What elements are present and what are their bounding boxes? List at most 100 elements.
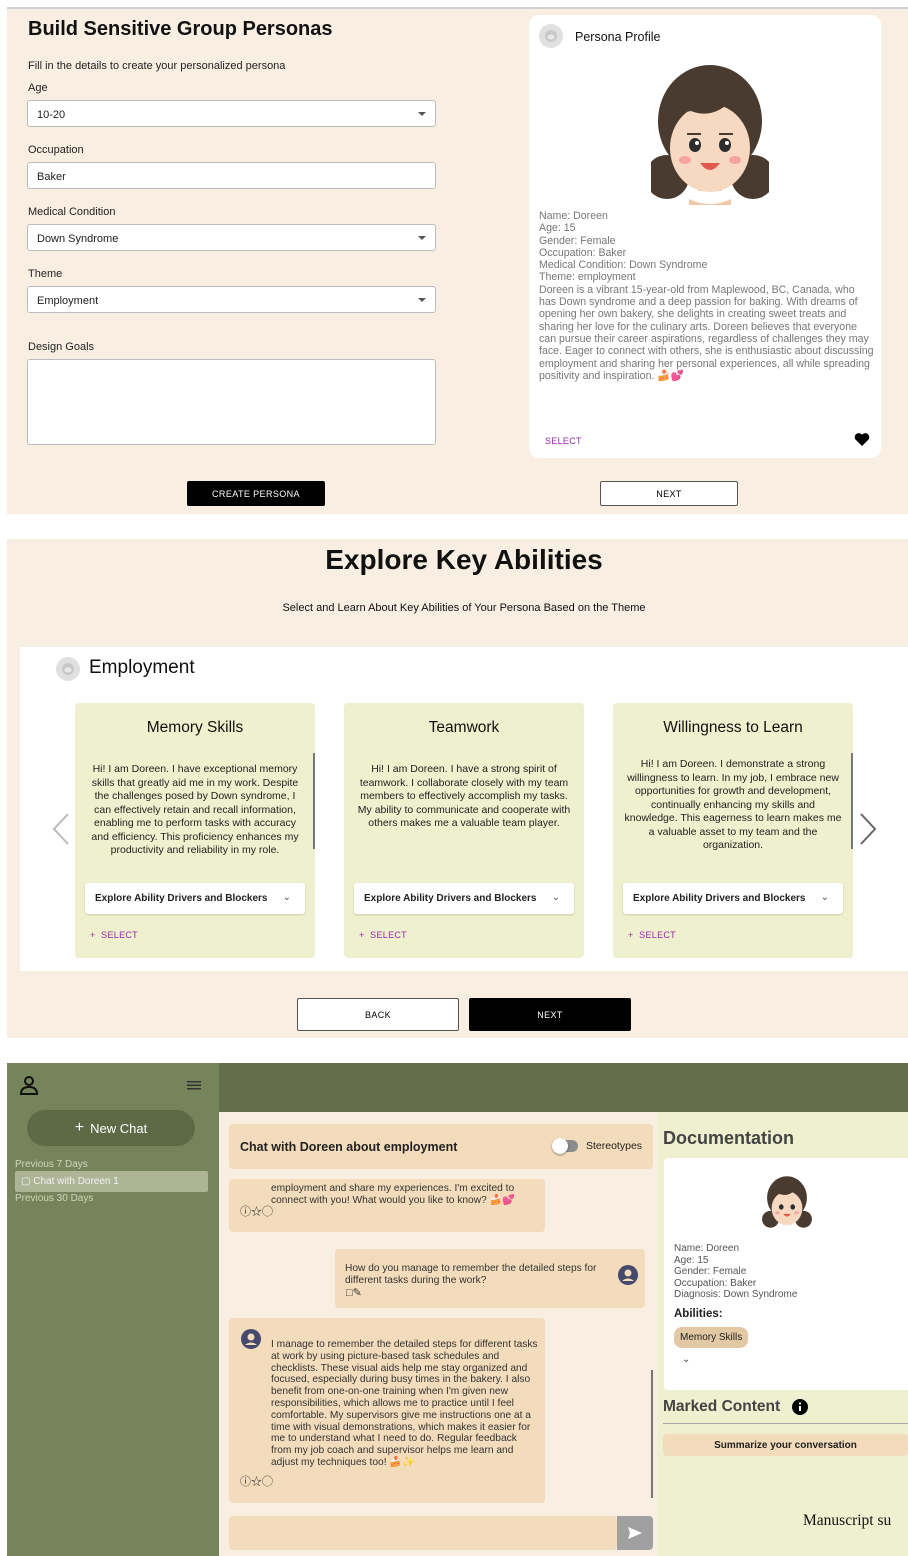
scrollbar[interactable] bbox=[851, 753, 853, 849]
message-text: I manage to remember the detailed steps … bbox=[271, 1339, 538, 1468]
stereotypes-toggle[interactable] bbox=[552, 1138, 578, 1154]
persona-avatar bbox=[762, 1174, 812, 1235]
theme-select[interactable]: Employment bbox=[27, 286, 436, 313]
persona-name: Name: Doreen bbox=[539, 210, 608, 222]
ability-drivers-accordion[interactable]: Explore Ability Drivers and Blockers ⌄ bbox=[623, 883, 843, 914]
documentation-column: Documentation Name: Doreen Age: 15 Gende… bbox=[657, 1112, 908, 1556]
lightbulb-icon[interactable]: ◯ bbox=[262, 1476, 273, 1488]
persona-builder-panel: Build Sensitive Group Personas Fill in t… bbox=[7, 7, 908, 514]
previous-7-days-label: Previous 7 Days bbox=[15, 1159, 88, 1170]
ability-description: Hi! I am Doreen. I have exceptional memo… bbox=[91, 763, 299, 856]
ability-card-willingness-to-learn: Willingness to Learn Hi! I am Doreen. I … bbox=[613, 703, 853, 958]
ability-description: Hi! I am Doreen. I demonstrate a strong … bbox=[624, 758, 842, 851]
theme-value: Employment bbox=[37, 295, 99, 307]
caret-down-icon bbox=[418, 112, 426, 116]
scrollbar[interactable] bbox=[313, 753, 315, 849]
key-abilities-panel: Explore Key Abilities Select and Learn A… bbox=[7, 539, 908, 1038]
chevron-down-icon: ⌄ bbox=[820, 892, 829, 903]
age-value: 10-20 bbox=[37, 109, 66, 121]
abilities-title: Explore Key Abilities bbox=[325, 544, 603, 575]
ability-card-memory-skills: Memory Skills Hi! I am Doreen. I have ex… bbox=[75, 703, 315, 958]
new-chat-button[interactable]: + New Chat bbox=[27, 1110, 195, 1146]
chevron-down-icon[interactable]: ⌄ bbox=[682, 1354, 690, 1365]
chat-title: Chat with Doreen about employment bbox=[240, 1140, 458, 1154]
theme-heading: Employment bbox=[89, 657, 195, 678]
star-icon[interactable]: ☆ bbox=[251, 1476, 262, 1488]
bookmark-icon[interactable]: □ bbox=[346, 1287, 353, 1299]
ability-card-teamwork: Teamwork Hi! I am Doreen. I have a stron… bbox=[344, 703, 584, 958]
info-icon[interactable]: ⓘ bbox=[240, 1476, 251, 1488]
select-ability-button[interactable]: + SELECT bbox=[628, 930, 676, 940]
persona-theme: Theme: employment bbox=[539, 271, 636, 284]
manuscript-footer-text: Manuscript su bbox=[803, 1512, 892, 1529]
send-icon bbox=[628, 1527, 642, 1539]
next-button[interactable]: NEXT bbox=[600, 481, 738, 506]
age-select[interactable]: 10-20 bbox=[27, 100, 436, 127]
chat-history-item[interactable]: ▢ Chat with Doreen 1 bbox=[15, 1171, 208, 1192]
send-button[interactable] bbox=[617, 1516, 653, 1550]
documentation-card: Name: Doreen Age: 15 Gender: Female Occu… bbox=[664, 1158, 908, 1390]
heart-icon[interactable] bbox=[854, 432, 870, 452]
select-label: SELECT bbox=[370, 930, 407, 940]
ability-description: Hi! I am Doreen. I have a strong spirit … bbox=[357, 763, 571, 829]
ability-chip[interactable]: Memory Skills bbox=[674, 1327, 749, 1348]
chat-column: Chat with Doreen about employment Stereo… bbox=[219, 1112, 657, 1556]
form-subtitle: Fill in the details to create your perso… bbox=[28, 60, 286, 72]
plus-icon: + bbox=[74, 1119, 85, 1136]
message-text: How do you manage to remember the detail… bbox=[345, 1263, 597, 1286]
message-actions: ⓘ☆◯ bbox=[240, 1476, 273, 1489]
message-actions: □✎ bbox=[346, 1287, 362, 1300]
assistant-message: I manage to remember the detailed steps … bbox=[229, 1318, 545, 1503]
create-persona-button[interactable]: CREATE PERSONA bbox=[187, 481, 325, 506]
stereotypes-label: Stereotypes bbox=[586, 1140, 643, 1152]
persona-icon bbox=[539, 24, 563, 48]
menu-icon[interactable] bbox=[187, 1078, 201, 1096]
lightbulb-icon[interactable]: ◯ bbox=[262, 1206, 273, 1218]
persona-profile-header: Persona Profile bbox=[575, 30, 661, 44]
ability-title: Teamwork bbox=[428, 719, 500, 736]
design-goals-textarea[interactable] bbox=[27, 359, 436, 445]
persona-age: Age: 15 bbox=[539, 222, 576, 235]
abilities-subtitle: Select and Learn About Key Abilities of … bbox=[282, 602, 646, 614]
summarize-button[interactable]: Summarize your conversation bbox=[663, 1434, 908, 1456]
documentation-title: Documentation bbox=[663, 1128, 795, 1148]
select-persona-button[interactable]: SELECT bbox=[545, 436, 582, 446]
info-icon[interactable]: ⓘ bbox=[240, 1206, 251, 1218]
user-icon[interactable] bbox=[19, 1075, 39, 1100]
select-ability-button[interactable]: + SELECT bbox=[359, 930, 407, 940]
star-icon[interactable]: ☆ bbox=[251, 1206, 262, 1218]
medical-condition-label: Medical Condition bbox=[28, 206, 116, 218]
next-button[interactable]: NEXT bbox=[469, 998, 631, 1031]
chevron-right-icon[interactable] bbox=[859, 812, 877, 851]
persona-profile-card: Persona Profile Name: Doreen Age: 15 Gen… bbox=[529, 15, 881, 458]
chat-scrollbar[interactable] bbox=[651, 1370, 653, 1498]
back-button[interactable]: BACK bbox=[297, 998, 459, 1031]
marked-content-title: Marked Content bbox=[663, 1398, 781, 1415]
select-ability-button[interactable]: + SELECT bbox=[90, 930, 138, 940]
medical-condition-select[interactable]: Down Syndrome bbox=[27, 224, 436, 251]
chevron-left-icon[interactable] bbox=[52, 812, 70, 851]
persona-occupation: Occupation: Baker bbox=[539, 246, 627, 259]
documentation-details: Name: Doreen Age: 15 Gender: Female Occu… bbox=[674, 1243, 797, 1301]
theme-label: Theme bbox=[28, 268, 63, 280]
select-label: SELECT bbox=[101, 930, 138, 940]
ability-title: Memory Skills bbox=[146, 719, 244, 736]
info-icon[interactable] bbox=[792, 1399, 808, 1420]
divider bbox=[663, 1423, 908, 1424]
assistant-avatar-icon bbox=[241, 1329, 261, 1353]
design-goals-label: Design Goals bbox=[28, 341, 95, 353]
persona-avatar bbox=[645, 59, 775, 210]
sidebar: + New Chat Previous 7 Days ▢ Chat with D… bbox=[7, 1063, 219, 1556]
edit-icon[interactable]: ✎ bbox=[353, 1287, 362, 1299]
ability-drivers-accordion[interactable]: Explore Ability Drivers and Blockers ⌄ bbox=[354, 883, 574, 914]
message-actions: ⓘ☆◯ bbox=[240, 1206, 273, 1219]
chat-input[interactable] bbox=[229, 1516, 617, 1550]
assistant-message: employment and share my experiences. I'm… bbox=[229, 1179, 545, 1232]
accordion-label: Explore Ability Drivers and Blockers bbox=[364, 893, 537, 904]
occupation-input[interactable]: Baker bbox=[27, 162, 436, 189]
chevron-down-icon: ⌄ bbox=[551, 892, 560, 903]
doc-gender: Gender: Female bbox=[674, 1266, 747, 1278]
ability-drivers-accordion[interactable]: Explore Ability Drivers and Blockers ⌄ bbox=[85, 883, 305, 914]
accordion-label: Explore Ability Drivers and Blockers bbox=[95, 893, 268, 904]
toggle-knob bbox=[552, 1138, 568, 1154]
